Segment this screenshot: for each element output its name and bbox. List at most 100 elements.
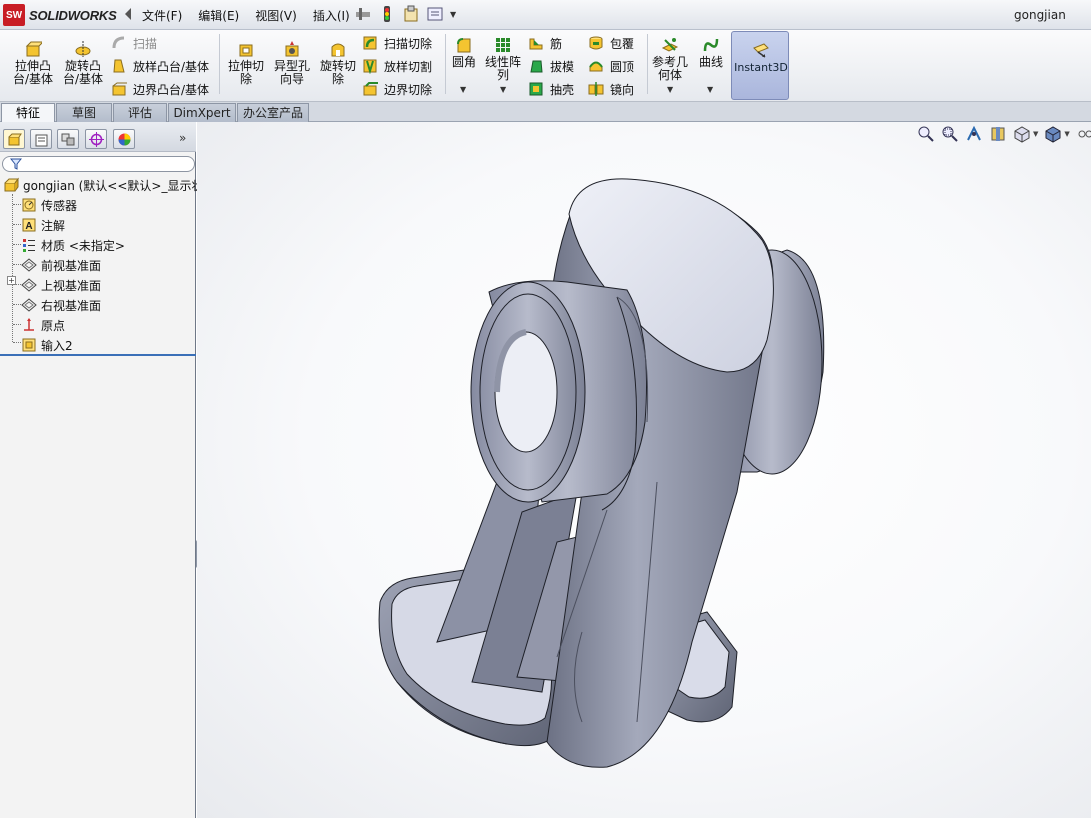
revolve-boss-icon bbox=[75, 41, 91, 57]
dimxpertmanager-tab[interactable] bbox=[85, 129, 107, 149]
displaymanager-color-wheel-icon bbox=[118, 133, 131, 146]
solidworks-logo-text: SOLIDWORKS bbox=[29, 7, 117, 23]
shell-button[interactable]: 抽壳 bbox=[528, 80, 574, 98]
swept-cut-button[interactable]: 扫描切除 bbox=[362, 34, 432, 52]
tree-item-sensors[interactable]: 传感器 bbox=[21, 196, 77, 214]
tree-connector bbox=[13, 224, 21, 225]
extrude-boss-button[interactable]: 拉伸凸 台/基体 bbox=[10, 40, 56, 86]
sensor-icon bbox=[22, 198, 36, 212]
options-icon[interactable] bbox=[426, 5, 444, 23]
hole-wizard-button[interactable]: 异型孔 向导 bbox=[270, 40, 314, 86]
configurationmanager-tab[interactable] bbox=[57, 129, 79, 149]
mirror-label: 镜向 bbox=[610, 82, 635, 97]
boundary-cut-label: 边界切除 bbox=[384, 82, 433, 97]
instant3d-button[interactable]: Instant3D bbox=[731, 31, 789, 100]
quick-access-dropdown-icon[interactable]: ▼ bbox=[450, 10, 456, 19]
command-manager: 拉伸凸 台/基体 旋转凸 台/基体 扫描 放样凸台/基体 边界凸台/基体 拉伸切… bbox=[0, 30, 1091, 102]
extrude-cut-label: 拉伸切 除 bbox=[227, 59, 264, 86]
graphics-area[interactable]: ▼ ▼ bbox=[197, 122, 1091, 818]
dome-button[interactable]: 圆顶 bbox=[588, 57, 634, 75]
revolve-boss-label: 旋转凸 台/基体 bbox=[62, 59, 104, 86]
rollback-bar[interactable] bbox=[0, 354, 196, 356]
propertymanager-tab[interactable] bbox=[30, 129, 52, 149]
tree-item-label: 材质 <未指定> bbox=[41, 238, 125, 253]
lofted-cut-button[interactable]: 放样切割 bbox=[362, 57, 432, 75]
tree-item-imported-body[interactable]: 输入2 bbox=[21, 336, 73, 354]
tab-office-products[interactable]: 办公室产品 bbox=[237, 103, 309, 122]
toolbar-separator bbox=[445, 34, 446, 94]
rib-icon bbox=[529, 38, 543, 50]
tools-icon[interactable] bbox=[354, 5, 372, 23]
boundary-boss-button[interactable]: 边界凸台/基体 bbox=[111, 80, 209, 98]
tree-item-annotations[interactable]: A 注解 bbox=[21, 216, 65, 234]
draft-button[interactable]: 拔模 bbox=[528, 57, 574, 75]
sweep-icon bbox=[112, 36, 125, 49]
linear-pattern-icon bbox=[496, 38, 510, 52]
tree-item-right-plane[interactable]: 右视基准面 bbox=[21, 296, 101, 314]
revolve-boss-button[interactable]: 旋转凸 台/基体 bbox=[60, 40, 106, 86]
command-manager-tabs: 特征 草图 评估 DimXpert 办公室产品 bbox=[0, 102, 1091, 122]
tab-features[interactable]: 特征 bbox=[1, 103, 55, 122]
tree-root-part[interactable]: gongjian (默认<<默认>_显示状 bbox=[3, 176, 203, 194]
tree-item-front-plane[interactable]: 前视基准面 bbox=[21, 256, 101, 274]
tree-item-label: 右视基准面 bbox=[41, 298, 102, 313]
fillet-button[interactable]: 圆角 bbox=[449, 36, 479, 69]
dimxpert-target-icon bbox=[89, 132, 104, 147]
fillet-dropdown-icon[interactable]: ▼ bbox=[460, 85, 466, 94]
instant3d-label: Instant3D bbox=[734, 61, 788, 74]
extrude-cut-button[interactable]: 拉伸切 除 bbox=[224, 40, 268, 86]
hole-wizard-label: 异型孔 向导 bbox=[273, 59, 310, 86]
mirror-button[interactable]: 镜向 bbox=[588, 80, 634, 98]
solidworks-logo[interactable]: SW SOLIDWORKS bbox=[3, 4, 117, 26]
tree-connector bbox=[12, 194, 13, 342]
menu-insert[interactable]: 插入(I) bbox=[313, 7, 350, 24]
file-properties-icon[interactable] bbox=[402, 5, 420, 23]
linear-pattern-dropdown-icon[interactable]: ▼ bbox=[500, 85, 506, 94]
curves-button[interactable]: 曲线 bbox=[695, 36, 727, 69]
tree-root-label: gongjian (默认<<默认>_显示状 bbox=[23, 178, 204, 193]
part-icon bbox=[4, 177, 19, 192]
swept-cut-icon bbox=[363, 36, 377, 50]
tab-evaluate[interactable]: 评估 bbox=[113, 103, 167, 122]
sweep-button[interactable]: 扫描 bbox=[111, 34, 157, 52]
reference-geometry-button[interactable]: 参考几 何体 bbox=[650, 36, 690, 82]
more-tabs-icon[interactable]: » bbox=[179, 131, 186, 145]
menu-collapse-arrow-icon[interactable] bbox=[125, 8, 131, 20]
curves-dropdown-icon[interactable]: ▼ bbox=[707, 85, 713, 94]
3d-part-model[interactable] bbox=[197, 122, 1091, 818]
tree-filter-input[interactable] bbox=[2, 156, 195, 172]
linear-pattern-label: 线性阵 列 bbox=[484, 55, 521, 82]
tree-connector bbox=[13, 342, 21, 343]
plane-icon bbox=[21, 278, 37, 292]
traffic-light-rebuild-icon[interactable] bbox=[378, 5, 396, 23]
menu-view[interactable]: 视图(V) bbox=[255, 7, 297, 24]
rib-button[interactable]: 筋 bbox=[528, 34, 562, 52]
featuremanager-tab[interactable] bbox=[3, 129, 25, 149]
tab-sketch[interactable]: 草图 bbox=[56, 103, 112, 122]
tree-item-origin[interactable]: 原点 bbox=[21, 316, 65, 334]
menu-bar: 文件(F) 编辑(E) 视图(V) 插入(I) bbox=[142, 7, 366, 24]
reference-geometry-label: 参考几 何体 bbox=[651, 55, 688, 82]
tab-dimxpert[interactable]: DimXpert bbox=[168, 103, 236, 122]
tree-item-label: 注解 bbox=[41, 218, 66, 233]
displaymanager-tab[interactable] bbox=[113, 129, 135, 149]
tree-item-label: 前视基准面 bbox=[41, 258, 102, 273]
linear-pattern-button[interactable]: 线性阵 列 bbox=[483, 36, 523, 82]
wrap-button[interactable]: 包覆 bbox=[588, 34, 634, 52]
tree-item-label: 传感器 bbox=[41, 198, 78, 213]
tree-item-top-plane[interactable]: 上视基准面 bbox=[21, 276, 101, 294]
boundary-cut-button[interactable]: 边界切除 bbox=[362, 80, 432, 98]
reference-geometry-dropdown-icon[interactable]: ▼ bbox=[667, 85, 673, 94]
imported-body-icon bbox=[22, 338, 36, 352]
revolve-cut-icon bbox=[331, 43, 345, 57]
menu-edit[interactable]: 编辑(E) bbox=[198, 7, 239, 24]
tree-item-label: 原点 bbox=[41, 318, 66, 333]
toolbar-separator bbox=[219, 34, 220, 94]
revolve-cut-button[interactable]: 旋转切 除 bbox=[316, 40, 360, 86]
loft-boss-button[interactable]: 放样凸台/基体 bbox=[111, 57, 209, 75]
tree-connector bbox=[13, 304, 21, 305]
annotation-icon: A bbox=[22, 218, 36, 232]
extrude-boss-label: 拉伸凸 台/基体 bbox=[12, 59, 54, 86]
tree-item-material[interactable]: 材质 <未指定> bbox=[21, 236, 125, 254]
menu-file[interactable]: 文件(F) bbox=[142, 7, 182, 24]
